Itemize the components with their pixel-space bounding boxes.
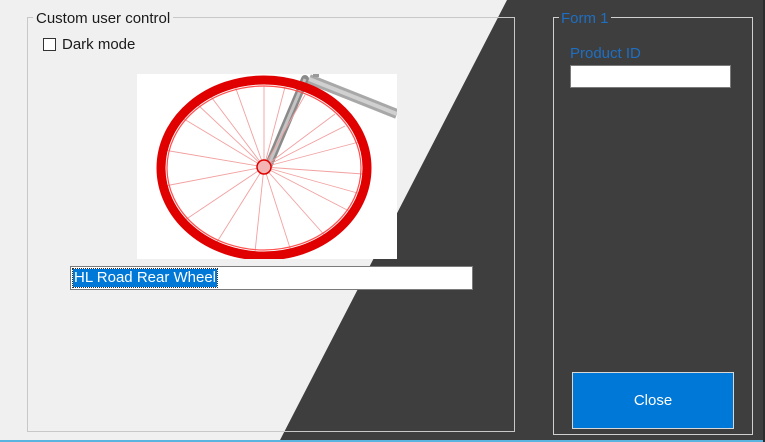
product-image <box>137 74 397 259</box>
product-id-input[interactable] <box>570 65 731 88</box>
product-id-label: Product ID <box>570 45 641 62</box>
custom-user-control-title: Custom user control <box>33 10 174 27</box>
product-name-selected-text: HL Road Rear Wheel <box>71 268 219 288</box>
app-window: Custom user control Dark mode HL Road Re… <box>0 0 765 442</box>
product-name-field[interactable]: HL Road Rear Wheel <box>70 266 473 290</box>
dark-mode-checkbox[interactable]: Dark mode <box>43 36 135 53</box>
dark-mode-label: Dark mode <box>62 36 136 53</box>
close-button[interactable]: Close <box>572 372 734 429</box>
bicycle-rear-wheel-image <box>156 74 397 259</box>
checkbox-box[interactable] <box>43 38 56 51</box>
form1-title: Form 1 <box>559 10 611 27</box>
